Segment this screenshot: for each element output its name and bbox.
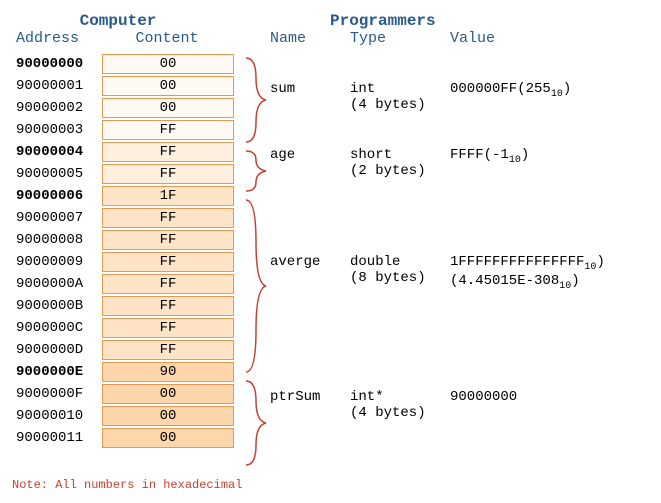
variable-group: ageshort(2 bytes) FFFF(-110) — [270, 141, 661, 185]
memory-row: 90000009FF — [12, 251, 244, 273]
memory-row: 9000000000 — [12, 53, 244, 75]
address-cell: 90000002 — [12, 100, 102, 116]
address-cell: 90000004 — [12, 144, 102, 160]
var-bytes: (4 bytes) — [350, 405, 426, 421]
memory-row: 9000000CFF — [12, 317, 244, 339]
content-cell: FF — [102, 274, 234, 294]
memory-row: 9000000F00 — [12, 383, 244, 405]
memory-row: 9000000AFF — [12, 273, 244, 295]
var-bytes: (2 bytes) — [350, 163, 426, 179]
address-header: Address — [12, 30, 102, 47]
value-header: Value — [450, 30, 495, 47]
computer-header: Computer — [0, 12, 244, 30]
address-cell: 90000003 — [12, 122, 102, 138]
variable-group: sumint(4 bytes) 000000FF(25510) — [270, 53, 661, 141]
address-cell: 9000000A — [12, 276, 102, 292]
programmers-header: Programmers — [330, 12, 661, 30]
memory-row: 90000007FF — [12, 207, 244, 229]
var-value: FFFF(-110) — [450, 147, 529, 163]
var-value2: (4.45015E-30810) — [450, 273, 580, 289]
var-name: ptrSum — [270, 389, 350, 421]
content-cell: 00 — [102, 406, 234, 426]
content-header: Content — [102, 30, 232, 47]
content-cell: FF — [102, 296, 234, 316]
memory-row: 9000000E90 — [12, 361, 244, 383]
var-bytes: (4 bytes) — [350, 97, 426, 113]
address-cell: 90000001 — [12, 78, 102, 94]
var-type: int* — [350, 389, 384, 405]
var-value: 90000000 — [450, 389, 517, 405]
address-cell: 9000000F — [12, 386, 102, 402]
memory-row: 9000000100 — [12, 75, 244, 97]
var-type: short — [350, 147, 392, 163]
memory-row: 90000005FF — [12, 163, 244, 185]
memory-row: 9000001100 — [12, 427, 244, 449]
address-cell: 9000000C — [12, 320, 102, 336]
content-cell: FF — [102, 142, 234, 162]
content-cell: FF — [102, 318, 234, 338]
type-header: Type — [350, 30, 450, 47]
content-cell: 1F — [102, 186, 234, 206]
content-cell: 00 — [102, 428, 234, 448]
address-cell: 90000010 — [12, 408, 102, 424]
var-name: averge — [270, 254, 350, 292]
address-cell: 9000000D — [12, 342, 102, 358]
content-cell: FF — [102, 230, 234, 250]
content-cell: FF — [102, 164, 234, 184]
variable-group: ptrSumint*(4 bytes) 90000000 — [270, 361, 661, 449]
address-cell: 90000008 — [12, 232, 102, 248]
content-cell: 00 — [102, 384, 234, 404]
content-cell: FF — [102, 120, 234, 140]
memory-row: 9000001000 — [12, 405, 244, 427]
var-type: double — [350, 254, 400, 270]
footnote: Note: All numbers in hexadecimal — [12, 478, 661, 492]
var-name: age — [270, 147, 350, 179]
content-cell: 00 — [102, 76, 234, 96]
content-cell: 90 — [102, 362, 234, 382]
memory-row: 9000000BFF — [12, 295, 244, 317]
memory-row: 90000008FF — [12, 229, 244, 251]
address-cell: 90000005 — [12, 166, 102, 182]
content-cell: FF — [102, 340, 234, 360]
memory-row: 9000000DFF — [12, 339, 244, 361]
memory-row: 900000061F — [12, 185, 244, 207]
content-cell: FF — [102, 208, 234, 228]
var-type: int — [350, 81, 375, 97]
var-bytes: (8 bytes) — [350, 270, 426, 286]
var-value: 000000FF(25510) — [450, 81, 571, 97]
var-name: sum — [270, 81, 350, 113]
var-value: 1FFFFFFFFFFFFFFF10) — [450, 254, 605, 270]
name-header: Name — [270, 30, 350, 47]
content-cell: FF — [102, 252, 234, 272]
memory-row: 90000004FF — [12, 141, 244, 163]
memory-row: 90000003FF — [12, 119, 244, 141]
content-cell: 00 — [102, 54, 234, 74]
memory-row: 9000000200 — [12, 97, 244, 119]
address-cell: 90000006 — [12, 188, 102, 204]
address-cell: 90000007 — [12, 210, 102, 226]
content-cell: 00 — [102, 98, 234, 118]
brace-icon — [244, 198, 270, 379]
variable-group: avergedouble(8 bytes) 1FFFFFFFFFFFFFFF10)… — [270, 185, 661, 361]
brace-icon — [244, 56, 270, 149]
address-cell: 9000000E — [12, 364, 102, 380]
address-cell: 90000011 — [12, 430, 102, 446]
address-cell: 90000000 — [12, 56, 102, 72]
address-cell: 90000009 — [12, 254, 102, 270]
address-cell: 9000000B — [12, 298, 102, 314]
brace-icon — [244, 149, 270, 198]
brace-icon — [244, 379, 270, 472]
